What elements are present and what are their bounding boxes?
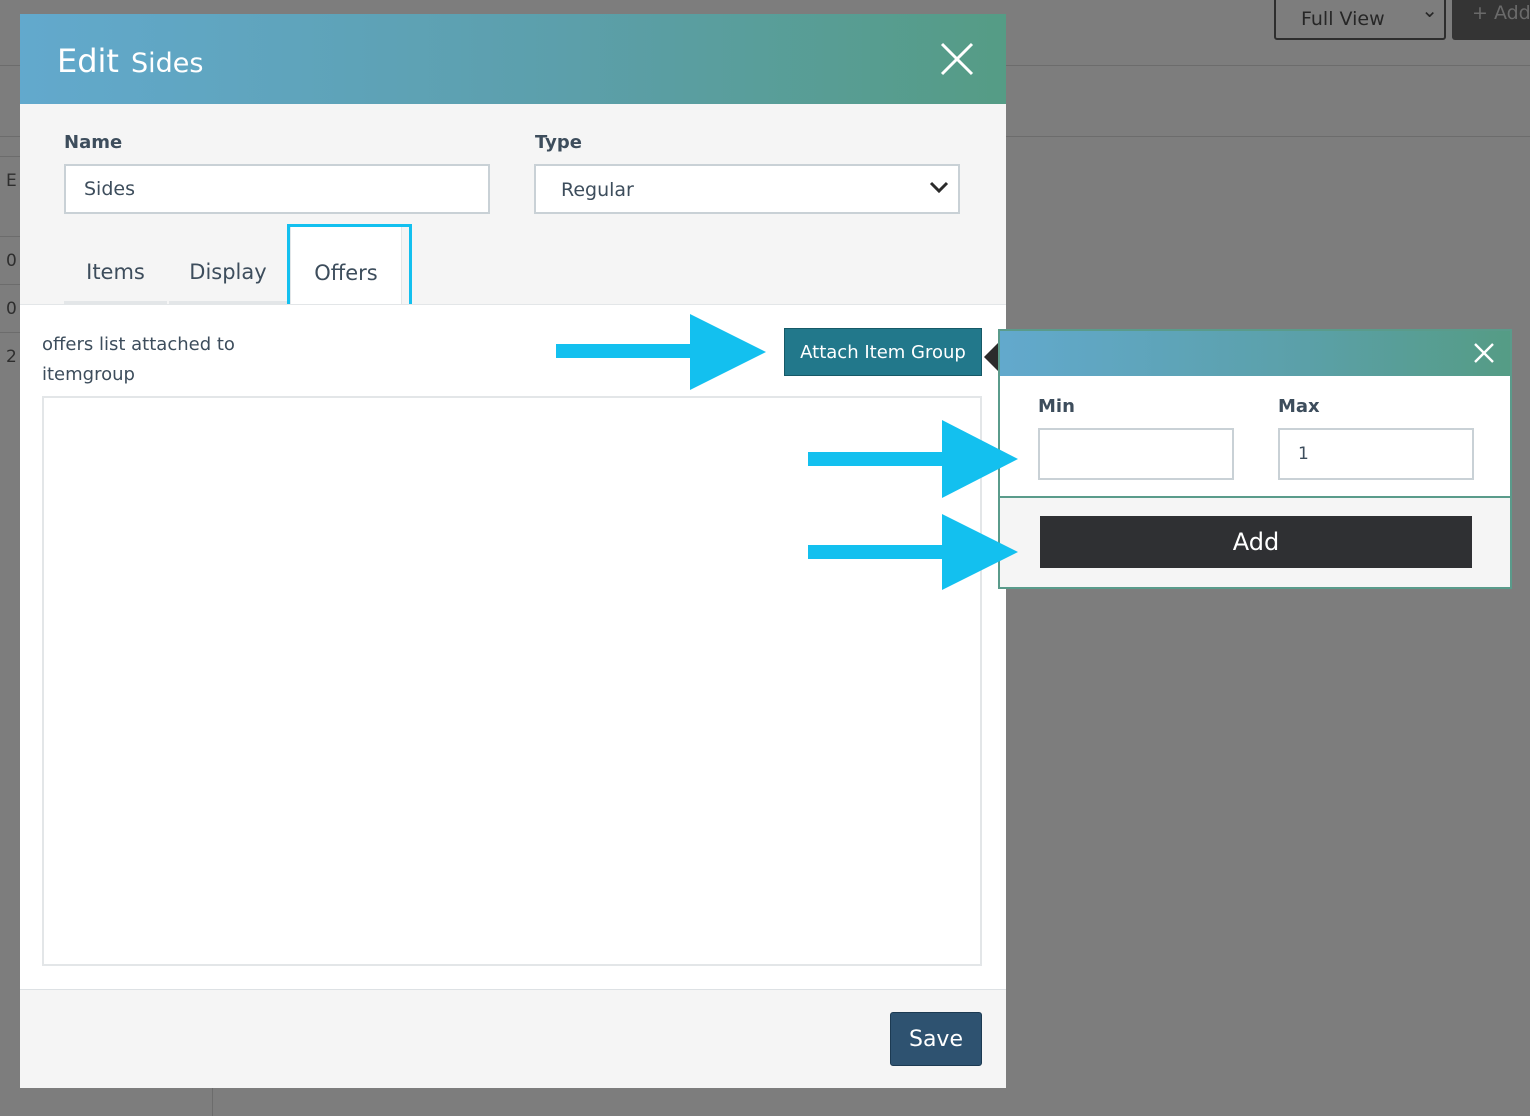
modal-title-text: Edit (57, 42, 119, 80)
max-input[interactable] (1278, 428, 1474, 480)
min-label: Min (1038, 396, 1075, 417)
close-icon[interactable] (938, 40, 976, 78)
modal-subtitle: Sides (130, 48, 204, 79)
chevron-down-icon: ⌄ (1421, 0, 1438, 22)
background-table: E p 0 0 2 (0, 156, 20, 380)
attach-popover: Min Max Add (984, 329, 1512, 589)
modal-header: Edit Sides (20, 14, 1006, 104)
table-cell: 2 (0, 332, 20, 380)
close-icon[interactable] (1472, 341, 1496, 365)
save-button[interactable]: Save (890, 1012, 982, 1066)
chevron-down-icon (929, 181, 949, 194)
table-cell: 0 (0, 284, 20, 332)
modal-title: Edit Sides (57, 42, 203, 80)
name-input[interactable] (64, 164, 490, 214)
popover-body: Min Max (1000, 376, 1510, 498)
modal-footer (20, 990, 1006, 1088)
background-add-button[interactable]: + Add (1452, 0, 1530, 40)
type-label: Type (535, 132, 582, 153)
type-select-value: Regular (561, 179, 634, 201)
add-button[interactable]: Add (1040, 516, 1472, 568)
attach-item-group-button[interactable]: Attach Item Group (784, 328, 982, 376)
arrow-right-icon (808, 420, 1018, 498)
arrow-right-icon (808, 514, 1018, 590)
popover-header (1000, 331, 1510, 376)
offers-description: offers list attached to itemgroup (42, 334, 235, 385)
popover-arrow (984, 343, 998, 371)
view-select-value: Full View (1301, 8, 1385, 30)
view-select[interactable]: Full View ⌄ (1274, 0, 1446, 40)
max-label: Max (1278, 396, 1320, 417)
type-select[interactable]: Regular (534, 164, 960, 214)
tab-display[interactable]: Display (169, 224, 287, 304)
tab-items[interactable]: Items (64, 224, 167, 304)
min-input[interactable] (1038, 428, 1234, 480)
tab-offers[interactable]: Offers (290, 224, 402, 304)
arrow-right-icon (556, 314, 766, 390)
name-label: Name (64, 132, 123, 153)
table-cell: 0 (0, 236, 20, 284)
table-cell: E p (0, 156, 20, 236)
